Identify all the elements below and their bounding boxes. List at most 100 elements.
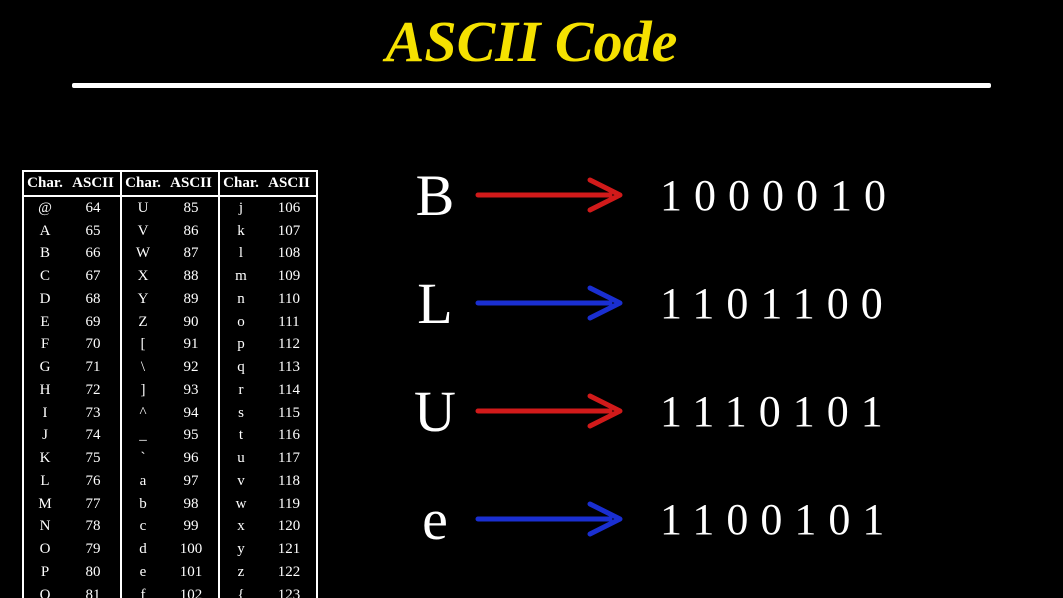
cell-char: w <box>220 493 262 516</box>
cell-char: M <box>24 493 66 516</box>
cell-ascii: 67 <box>66 265 120 288</box>
cell-char: P <box>24 561 66 584</box>
cell-ascii: 94 <box>164 402 218 425</box>
table-row: U85 <box>122 197 218 220</box>
cell-char: e <box>122 561 164 584</box>
table-row: W87 <box>122 242 218 265</box>
cell-char: W <box>122 242 164 265</box>
table-row: t116 <box>220 424 316 447</box>
arrow-icon <box>470 494 640 544</box>
example-binary: 1000010 <box>660 170 898 221</box>
cell-ascii: 106 <box>262 197 316 220</box>
example-char: e <box>400 486 470 553</box>
table-row: Z90 <box>122 311 218 334</box>
cell-char: y <box>220 538 262 561</box>
cell-ascii: 77 <box>66 493 120 516</box>
cell-ascii: 71 <box>66 356 120 379</box>
header-ascii: ASCII <box>66 172 120 195</box>
cell-ascii: 123 <box>262 584 316 598</box>
cell-ascii: 99 <box>164 515 218 538</box>
page-title: ASCII Code <box>0 0 1063 75</box>
cell-ascii: 110 <box>262 288 316 311</box>
table-row: @64 <box>24 197 120 220</box>
cell-char: n <box>220 288 262 311</box>
cell-ascii: 102 <box>164 584 218 598</box>
cell-ascii: 79 <box>66 538 120 561</box>
cell-ascii: 91 <box>164 333 218 356</box>
table-row: K75 <box>24 447 120 470</box>
cell-ascii: 119 <box>262 493 316 516</box>
cell-ascii: 100 <box>164 538 218 561</box>
ascii-header-row: Char.ASCII <box>24 172 120 197</box>
ascii-table: Char.ASCII@64A65B66C67D68E69F70G71H72I73… <box>22 170 318 598</box>
cell-ascii: 86 <box>164 220 218 243</box>
cell-char: C <box>24 265 66 288</box>
table-row: Y89 <box>122 288 218 311</box>
cell-char: F <box>24 333 66 356</box>
cell-char: _ <box>122 424 164 447</box>
arrow-icon <box>470 278 640 328</box>
cell-ascii: 112 <box>262 333 316 356</box>
example-char: B <box>400 162 470 229</box>
header-char: Char. <box>24 172 66 195</box>
cell-ascii: 117 <box>262 447 316 470</box>
header-ascii: ASCII <box>262 172 316 195</box>
ascii-column: Char.ASCII@64A65B66C67D68E69F70G71H72I73… <box>24 172 122 598</box>
cell-char: c <box>122 515 164 538</box>
table-row: ^94 <box>122 402 218 425</box>
example-binary: 1100101 <box>660 494 896 545</box>
cell-char: N <box>24 515 66 538</box>
table-row: n110 <box>220 288 316 311</box>
cell-char: D <box>24 288 66 311</box>
cell-ascii: 81 <box>66 584 120 598</box>
cell-ascii: 116 <box>262 424 316 447</box>
cell-char: A <box>24 220 66 243</box>
cell-char: k <box>220 220 262 243</box>
cell-ascii: 73 <box>66 402 120 425</box>
table-row: {123 <box>220 584 316 598</box>
table-row: a97 <box>122 470 218 493</box>
cell-ascii: 101 <box>164 561 218 584</box>
table-row: M77 <box>24 493 120 516</box>
table-row: z122 <box>220 561 316 584</box>
cell-ascii: 122 <box>262 561 316 584</box>
cell-char: ` <box>122 447 164 470</box>
table-row: O79 <box>24 538 120 561</box>
cell-char: K <box>24 447 66 470</box>
cell-ascii: 113 <box>262 356 316 379</box>
cell-ascii: 120 <box>262 515 316 538</box>
table-row: y121 <box>220 538 316 561</box>
example-row: U1110101 <box>400 376 1040 446</box>
cell-char: t <box>220 424 262 447</box>
cell-char: V <box>122 220 164 243</box>
table-row: o111 <box>220 311 316 334</box>
cell-char: j <box>220 197 262 220</box>
cell-char: { <box>220 584 262 598</box>
table-row: f102 <box>122 584 218 598</box>
table-row: `96 <box>122 447 218 470</box>
cell-char: f <box>122 584 164 598</box>
cell-char: o <box>220 311 262 334</box>
table-row: m109 <box>220 265 316 288</box>
cell-char: x <box>220 515 262 538</box>
cell-ascii: 93 <box>164 379 218 402</box>
table-row: [91 <box>122 333 218 356</box>
table-row: G71 <box>24 356 120 379</box>
cell-ascii: 97 <box>164 470 218 493</box>
table-row: D68 <box>24 288 120 311</box>
cell-ascii: 90 <box>164 311 218 334</box>
cell-ascii: 78 <box>66 515 120 538</box>
table-row: c99 <box>122 515 218 538</box>
cell-char: E <box>24 311 66 334</box>
table-row: N78 <box>24 515 120 538</box>
cell-char: d <box>122 538 164 561</box>
cell-char: \ <box>122 356 164 379</box>
cell-char: b <box>122 493 164 516</box>
cell-char: z <box>220 561 262 584</box>
ascii-column: Char.ASCIIU85V86W87X88Y89Z90[91\92]93^94… <box>122 172 220 598</box>
cell-ascii: 85 <box>164 197 218 220</box>
cell-ascii: 80 <box>66 561 120 584</box>
table-row: b98 <box>122 493 218 516</box>
header-ascii: ASCII <box>164 172 218 195</box>
table-row: X88 <box>122 265 218 288</box>
